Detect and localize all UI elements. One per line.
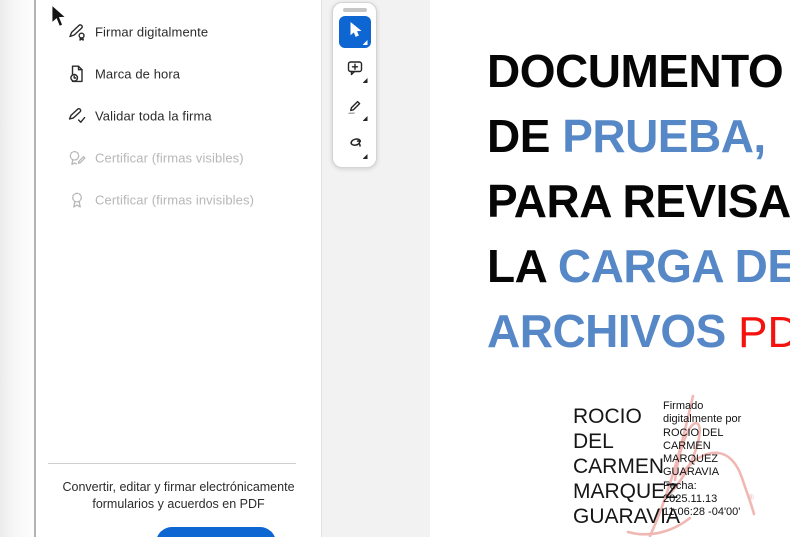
pdf-page: DOCUMENTO DE PRUEBA, PARA REVISAR LA CAR…	[430, 0, 790, 537]
heading-text-blue: CARGA DE	[558, 240, 790, 292]
heading-line-3: PARA REVISAR	[487, 169, 790, 234]
signature-details-line: MARQUEZ	[663, 453, 741, 466]
signature-tools-panel: Firmar digitalmente Marca de hora	[36, 0, 322, 537]
heading-text-black: PARA REVISAR	[487, 175, 790, 227]
panel-divider	[48, 463, 296, 464]
signature-details-line: digitalmente por	[663, 413, 741, 426]
comment-plus-icon	[346, 59, 364, 82]
signature-details-line: Fecha:	[663, 480, 741, 493]
menu-item-sign-digitally[interactable]: Firmar digitalmente	[36, 22, 321, 42]
certify-visible-signatures-icon	[67, 148, 87, 168]
menu-item-certify-visible[interactable]: Certificar (firmas visibles)	[36, 148, 321, 168]
signature-details-line: GUARAVIA	[663, 466, 741, 479]
heading-text-blue: ARCHIVOS	[487, 305, 738, 357]
menu-item-validate-signatures[interactable]: Validar toda la firma	[36, 106, 321, 126]
heading-text-blue: PRUEBA,	[562, 110, 766, 162]
signature-details-line: 11:06:28 -04'00'	[663, 506, 741, 519]
signature-details-line: Firmado	[663, 400, 741, 413]
add-comment-tool-button[interactable]	[339, 54, 371, 86]
cta-button[interactable]	[156, 527, 276, 537]
acrobat-window: Firmar digitalmente Marca de hora	[0, 0, 790, 537]
canvas-gutter	[322, 0, 430, 537]
menu-item-label: Certificar (firmas visibles)	[95, 151, 244, 166]
signature-details-line: CARMEN	[663, 440, 741, 453]
heading-text-red: PDF	[738, 308, 790, 357]
lasso-icon	[346, 135, 364, 158]
promo-line-1: Convertir, editar y firmar electrónicame…	[36, 479, 321, 496]
digital-signature-field[interactable]: ® ROCIO DEL CARMEN MARQUEZ GUARAVIA Firm…	[560, 392, 790, 537]
signature-details: Firmado digitalmente por ROCIO DEL CARME…	[663, 400, 741, 520]
pencil-icon	[346, 97, 364, 120]
menu-item-timestamp[interactable]: Marca de hora	[36, 64, 321, 84]
menu-item-label: Certificar (firmas invisibles)	[95, 193, 254, 208]
heading-text-black: LA	[487, 240, 558, 292]
heading-text-black: DE	[487, 110, 562, 162]
sign-digitally-icon	[67, 22, 87, 42]
certify-invisible-signatures-icon	[67, 190, 87, 210]
quick-tools-toolbar	[332, 2, 377, 168]
menu-item-label: Validar toda la firma	[95, 109, 212, 124]
registered-mark: ®	[748, 493, 754, 502]
signature-details-line: 2025.11.13	[663, 493, 741, 506]
heading-line-1: DOCUMENTO	[487, 39, 790, 104]
timestamp-icon	[67, 64, 87, 84]
select-arrow-icon	[346, 21, 364, 44]
heading-line-5: ARCHIVOS PDF	[487, 299, 790, 365]
draw-tool-button[interactable]	[339, 92, 371, 124]
lasso-tool-button[interactable]	[339, 130, 371, 162]
select-tool-button[interactable]	[339, 16, 371, 48]
promo-line-2: formularios y acuerdos en PDF	[36, 496, 321, 513]
heading-line-2: DE PRUEBA,	[487, 104, 790, 169]
menu-item-label: Firmar digitalmente	[95, 25, 208, 40]
menu-item-label: Marca de hora	[95, 67, 180, 82]
signature-details-line: ROCIO DEL	[663, 427, 741, 440]
promo-text: Convertir, editar y firmar electrónicame…	[36, 479, 321, 513]
heading-text-black: DOCUMENTO	[487, 45, 783, 97]
validate-all-signatures-icon	[67, 106, 87, 126]
document-heading: DOCUMENTO DE PRUEBA, PARA REVISAR LA CAR…	[487, 39, 790, 365]
signature-menu: Firmar digitalmente Marca de hora	[36, 22, 321, 232]
menu-item-certify-invisible[interactable]: Certificar (firmas invisibles)	[36, 190, 321, 210]
toolbar-drag-handle[interactable]	[343, 8, 367, 12]
heading-line-4: LA CARGA DE	[487, 234, 790, 299]
panel-left-edge	[0, 0, 36, 537]
